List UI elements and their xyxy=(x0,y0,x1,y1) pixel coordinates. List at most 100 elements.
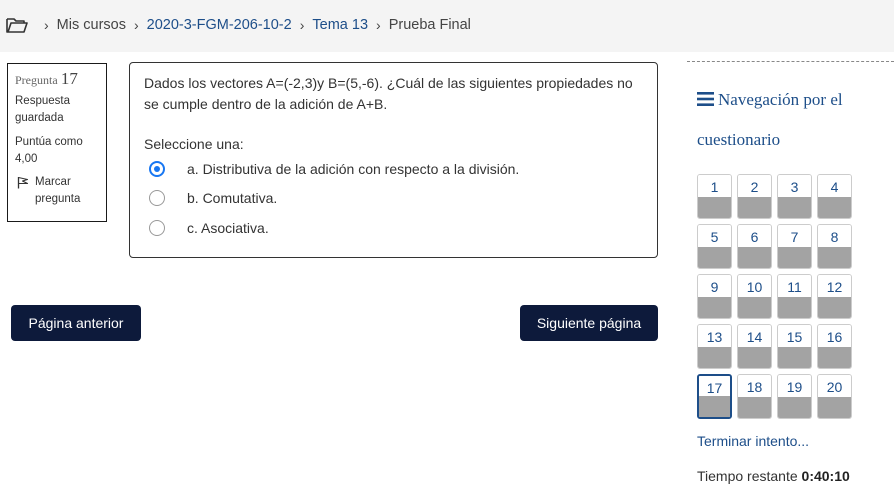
answered-indicator xyxy=(738,297,771,318)
question-nav-number: 20 xyxy=(818,375,851,398)
question-nav-button[interactable]: 3 xyxy=(777,174,812,219)
radio-button[interactable] xyxy=(149,220,165,236)
question-nav-button[interactable]: 15 xyxy=(777,324,812,369)
previous-page-button[interactable]: Página anterior xyxy=(11,305,141,341)
answer-label: c. Asociativa. xyxy=(187,220,269,236)
question-label: Pregunta xyxy=(15,73,58,87)
answered-indicator xyxy=(778,347,811,368)
question-info: Pregunta 17 Respuesta guardada Puntúa co… xyxy=(7,63,107,222)
question-nav-number: 4 xyxy=(818,175,851,198)
answered-indicator xyxy=(698,347,731,368)
question-nav-number: 6 xyxy=(738,225,771,248)
answer-label: b. Comutativa. xyxy=(187,190,278,206)
answered-indicator xyxy=(698,247,731,268)
radio-button-checked[interactable] xyxy=(149,161,165,177)
question-nav-button[interactable]: 19 xyxy=(777,374,812,419)
flag-icon xyxy=(17,176,29,189)
answered-indicator xyxy=(778,197,811,218)
answered-indicator xyxy=(738,247,771,268)
answered-indicator xyxy=(698,297,731,318)
question-nav-button[interactable]: 20 xyxy=(817,374,852,419)
question-nav-number: 14 xyxy=(738,325,771,348)
question-nav-button[interactable]: 9 xyxy=(697,274,732,319)
question-nav-number: 8 xyxy=(818,225,851,248)
question-nav-button[interactable]: 2 xyxy=(737,174,772,219)
question-nav-button[interactable]: 18 xyxy=(737,374,772,419)
question-nav-number: 3 xyxy=(778,175,811,198)
answered-indicator xyxy=(818,197,851,218)
question-nav-number: 10 xyxy=(738,275,771,298)
question-nav-button[interactable]: 5 xyxy=(697,224,732,269)
breadcrumb-current: Prueba Final xyxy=(388,17,471,33)
question-nav-button[interactable]: 8 xyxy=(817,224,852,269)
question-grid: 1 2 3 4 5 6 7 8 9 10 11 12 13 14 15 16 17 18 19 20 xyxy=(697,174,852,419)
radio-button[interactable] xyxy=(149,190,165,206)
answered-indicator xyxy=(818,297,851,318)
answer-label: a. Distributiva de la adición con respec… xyxy=(187,161,520,177)
question-grade: Puntúa como 4,00 xyxy=(15,136,83,165)
answered-indicator xyxy=(738,197,771,218)
question-nav-button[interactable]: 6 xyxy=(737,224,772,269)
question-number: 17 xyxy=(60,69,78,88)
breadcrumb-bar: › Mis cursos › 2020-3-FGM-206-10-2 › Tem… xyxy=(0,0,894,52)
question-nav-button[interactable]: 7 xyxy=(777,224,812,269)
answered-indicator xyxy=(778,297,811,318)
question-nav-number: 7 xyxy=(778,225,811,248)
question-nav-button[interactable]: 16 xyxy=(817,324,852,369)
answered-indicator xyxy=(818,247,851,268)
question-nav-number: 18 xyxy=(738,375,771,398)
breadcrumb-tema[interactable]: Tema 13 xyxy=(312,17,368,33)
answered-indicator xyxy=(818,397,851,418)
answer-prompt: Seleccione una: xyxy=(144,136,244,152)
chevron-right-icon: › xyxy=(133,17,139,33)
chevron-right-icon: › xyxy=(44,17,49,33)
question-nav-number: 12 xyxy=(818,275,851,298)
answered-indicator xyxy=(818,347,851,368)
question-nav-button[interactable]: 14 xyxy=(737,324,772,369)
question-nav-number: 16 xyxy=(818,325,851,348)
quiz-navigation-title: Navegación por el cuestionario xyxy=(697,90,843,149)
question-nav-button[interactable]: 10 xyxy=(737,274,772,319)
question-nav-number: 2 xyxy=(738,175,771,198)
answered-indicator xyxy=(698,197,731,218)
question-state: Respuesta guardada xyxy=(15,95,70,124)
breadcrumb-mis-cursos[interactable]: Mis cursos xyxy=(57,17,126,33)
question-box: Dados los vectores A=(-2,3)y B=(5,-6). ¿… xyxy=(129,62,658,258)
time-remaining-label: Tiempo restante xyxy=(697,468,798,484)
answer-option-c[interactable]: c. Asociativa. xyxy=(149,220,269,236)
breadcrumb-course[interactable]: 2020-3-FGM-206-10-2 xyxy=(147,17,292,33)
finish-attempt-link[interactable]: Terminar intento... xyxy=(697,433,809,449)
question-nav-button[interactable]: 12 xyxy=(817,274,852,319)
question-text: Dados los vectores A=(-2,3)y B=(5,-6). ¿… xyxy=(144,75,633,112)
answered-indicator xyxy=(738,397,771,418)
question-nav-button[interactable]: 11 xyxy=(777,274,812,319)
time-remaining-value: 0:40:10 xyxy=(801,468,850,484)
question-nav-number: 15 xyxy=(778,325,811,348)
answered-indicator xyxy=(778,397,811,418)
question-nav-button[interactable]: 1 xyxy=(697,174,732,219)
flag-label: Marcar pregunta xyxy=(35,176,81,205)
chevron-right-icon: › xyxy=(376,17,381,33)
question-nav-button[interactable]: 13 xyxy=(697,324,732,369)
question-nav-number: 1 xyxy=(698,175,731,198)
answer-option-b[interactable]: b. Comutativa. xyxy=(149,190,277,206)
answered-indicator xyxy=(738,347,771,368)
next-page-button[interactable]: Siguiente página xyxy=(520,305,658,341)
question-nav-number: 11 xyxy=(778,275,811,298)
chevron-right-icon: › xyxy=(299,17,305,33)
hamburger-icon xyxy=(697,92,714,106)
question-nav-number: 5 xyxy=(698,225,731,248)
question-nav-button[interactable]: 4 xyxy=(817,174,852,219)
question-nav-button[interactable]: 17 xyxy=(697,374,732,419)
breadcrumb: › Mis cursos › 2020-3-FGM-206-10-2 › Tem… xyxy=(6,16,471,34)
quiz-navigation-panel: Navegación por el cuestionario 123456789… xyxy=(687,61,894,495)
time-remaining: Tiempo restante 0:40:10 xyxy=(697,468,850,484)
answer-option-a[interactable]: a. Distributiva de la adición con respec… xyxy=(149,161,519,177)
folder-icon xyxy=(6,18,28,33)
question-nav-number: 9 xyxy=(698,275,731,298)
question-nav-number: 13 xyxy=(698,325,731,348)
flag-question-button[interactable]: Marcar pregunta xyxy=(15,174,99,208)
answered-indicator xyxy=(699,396,730,417)
question-nav-number: 19 xyxy=(778,375,811,398)
answered-indicator xyxy=(778,247,811,268)
